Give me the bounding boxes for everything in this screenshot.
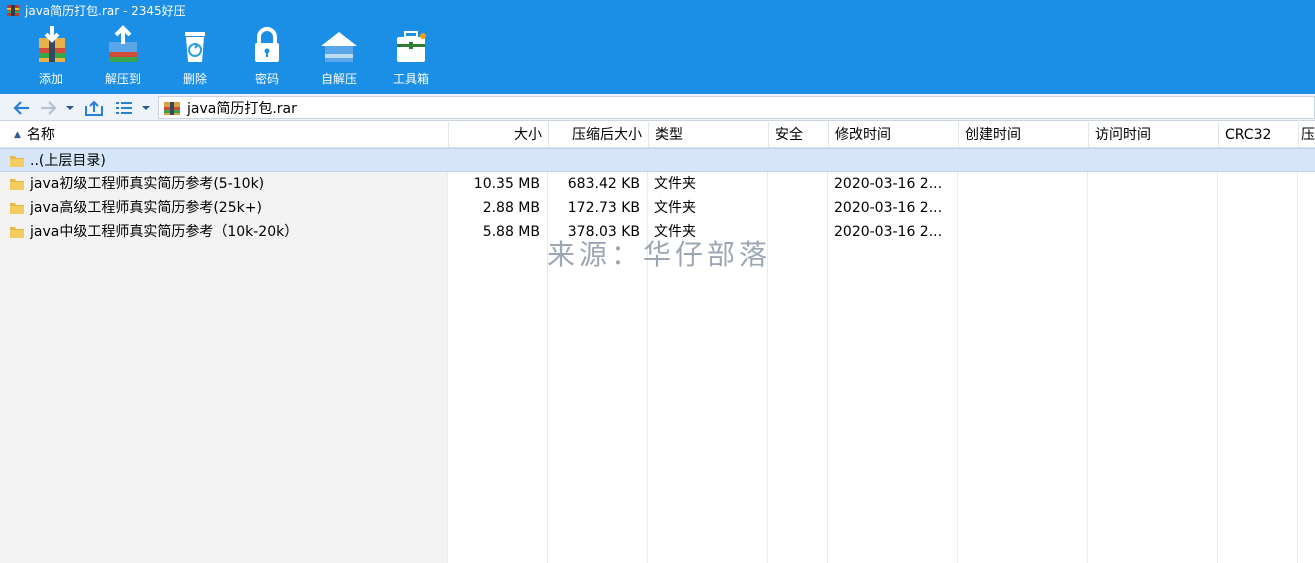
title-bar: java简历打包.rar - 2345好压 [0,0,1315,20]
list-view-icon [116,101,132,114]
add-label: 添加 [38,72,63,86]
self-extract-button[interactable]: 自解压 [303,22,375,92]
row-size: 10.35 MB [473,176,540,192]
row-type: 文件夹 [654,176,696,192]
extract-to-button[interactable]: 解压到 [87,22,159,92]
row-modified: 2020-03-16 2... [834,176,943,192]
app-header: java简历打包.rar - 2345好压 添加 解压到 删除 密码 自解压 工… [0,0,1315,94]
column-packed-size[interactable]: 压缩后大小 [548,122,648,148]
address-path: java简历打包.rar [187,100,297,117]
chevron-down-icon [142,105,150,110]
extract-to-icon [109,25,137,62]
address-bar[interactable]: java简历打包.rar [158,96,1315,119]
archive-app-icon [7,4,19,16]
row-packed-size: 172.73 KB [567,200,640,216]
row-type: 文件夹 [654,200,696,216]
column-size[interactable]: 大小 [448,122,548,148]
self-extract-label: 自解压 [320,72,357,86]
arrow-right-icon [41,100,57,115]
row-name: ..(上层目录) [30,153,106,169]
add-button[interactable]: 添加 [15,22,87,92]
row-size: 2.88 MB [482,200,540,216]
chevron-down-icon [66,105,74,110]
padlock-icon [255,27,279,62]
up-folder-button[interactable] [82,94,106,121]
view-mode-button[interactable] [112,94,136,121]
table-row[interactable]: java初级工程师真实简历参考(5-10k) 10.35 MB 683.42 K… [0,172,1315,196]
view-mode-dropdown[interactable] [138,94,154,121]
toolbox-label: 工具箱 [392,72,429,86]
row-name: java中级工程师真实简历参考（10k-20k） [30,224,299,240]
extract-to-label: 解压到 [104,72,141,86]
arrow-left-icon [13,100,29,115]
row-packed-size: 683.42 KB [567,176,640,192]
folder-icon [10,203,24,214]
password-button[interactable]: 密码 [231,22,303,92]
row-modified: 2020-03-16 2... [834,224,943,240]
toolbar: 添加 解压到 删除 密码 自解压 工具箱 [0,22,447,92]
delete-button[interactable]: 删除 [159,22,231,92]
window-title: java简历打包.rar - 2345好压 [25,3,186,18]
toolbox-icon [397,31,426,62]
column-created[interactable]: 创建时间 [958,122,1088,148]
password-label: 密码 [254,72,279,86]
navigation-bar: java简历打包.rar [0,94,1315,121]
row-size: 5.88 MB [482,224,540,240]
sort-arrow-up-icon: ▲ [14,130,21,140]
column-security[interactable]: 安全 [768,122,828,148]
column-accessed[interactable]: 访问时间 [1088,122,1218,148]
folder-icon [10,179,24,190]
recycle-bin-icon [185,32,205,62]
row-name: java初级工程师真实简历参考(5-10k) [30,176,265,192]
delete-label: 删除 [182,72,207,86]
column-name[interactable]: ▲ 名称 [0,122,448,148]
rar-file-icon [164,101,180,115]
folder-icon [10,227,24,238]
row-name: java高级工程师真实简历参考(25k+) [30,200,262,216]
column-header: ▲ 名称 大小 压缩后大小 类型 安全 修改时间 创建时间 访问时间 CRC32 … [0,122,1315,148]
table-row[interactable]: java高级工程师真实简历参考(25k+) 2.88 MB 172.73 KB … [0,196,1315,220]
self-extract-icon [321,32,357,62]
add-archive-icon [39,26,65,62]
column-modified[interactable]: 修改时间 [828,122,958,148]
column-crc32[interactable]: CRC32 [1218,122,1298,148]
column-type[interactable]: 类型 [648,122,768,148]
row-modified: 2020-03-16 2... [834,200,943,216]
folder-icon [10,156,24,167]
watermark-text: 来源：华仔部落 [547,238,772,271]
list-item-parent-dir[interactable]: ..(上层目录) [0,148,1315,172]
history-dropdown[interactable] [62,94,78,121]
forward-button[interactable] [36,94,60,121]
column-extra[interactable]: 压 [1298,122,1315,148]
toolbox-button[interactable]: 工具箱 [375,22,447,92]
folder-up-icon [85,100,103,116]
back-button[interactable] [10,94,34,121]
